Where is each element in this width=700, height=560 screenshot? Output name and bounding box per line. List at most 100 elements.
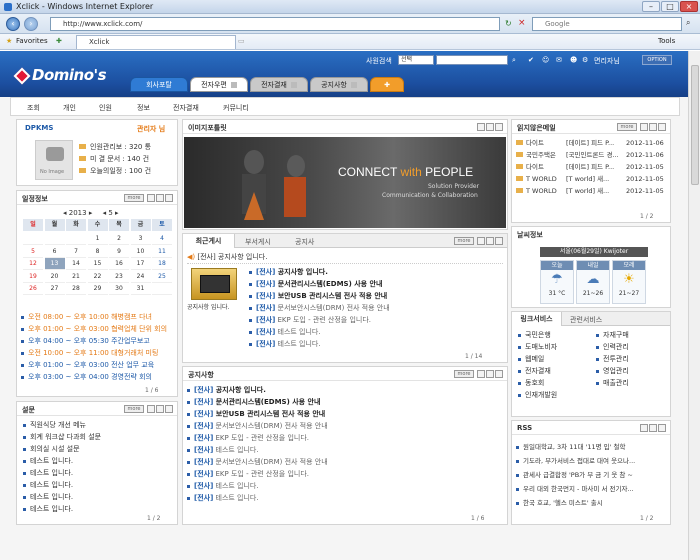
tab-notice-board[interactable]: 공지사 <box>295 237 314 247</box>
more-button[interactable]: more <box>124 405 144 413</box>
search-icon[interactable]: ⌕ <box>686 18 690 28</box>
next-month-icon[interactable]: ▸ <box>115 209 119 217</box>
schedule-event[interactable]: 오전 08:00 ~ 오후 10:00 해병캠프 다녀 <box>21 311 177 323</box>
panel-controls[interactable]: more <box>454 370 503 378</box>
link-item[interactable]: 매출관리 <box>596 377 670 389</box>
calendar-day[interactable]: 15 <box>87 258 108 270</box>
tab-close-icon[interactable] <box>230 82 237 88</box>
mail-item[interactable]: T WORLD [T world] 새... 2012-11-05 <box>516 185 670 197</box>
back-icon[interactable]: ‹ <box>6 17 20 31</box>
calendar-day[interactable]: 22 <box>87 271 108 283</box>
mail-icon[interactable]: ✉ <box>556 56 562 64</box>
browser-tab[interactable]: Xclick <box>76 35 236 49</box>
user-name-link[interactable]: 면리자님 <box>594 56 620 66</box>
rss-pager[interactable]: 1 / 2 <box>640 515 653 522</box>
survey-pager[interactable]: 1 / 2 <box>147 515 160 522</box>
calendar-day[interactable]: 26 <box>23 283 43 295</box>
calendar-day[interactable]: 27 <box>44 283 65 295</box>
board-item[interactable]: [전사] 문서보안시스템(DRM) 전사 적용 안내 <box>187 420 505 432</box>
prev-month-icon[interactable]: ◂ <box>103 209 107 217</box>
close-window-button[interactable]: × <box>680 1 698 12</box>
calendar-day[interactable]: 29 <box>87 283 108 295</box>
minimize-button[interactable]: – <box>642 1 660 12</box>
board-item[interactable]: [전사] 테스트 입니다. <box>187 480 505 492</box>
more-button[interactable]: more <box>454 237 474 245</box>
survey-item[interactable]: 회계 워크샵 다과회 설문 <box>23 431 173 443</box>
close-icon[interactable] <box>658 424 666 432</box>
tab-recent[interactable]: 최근게시 <box>183 234 235 248</box>
survey-item[interactable]: 테스트 입니다. <box>23 503 173 515</box>
logo[interactable]: Domino's <box>13 66 107 84</box>
calendar-day[interactable]: 31 <box>130 283 151 295</box>
calendar-day[interactable]: 3 <box>130 233 151 245</box>
calendar-day[interactable]: 17 <box>130 258 151 270</box>
tab-email[interactable]: 전자우편 <box>190 77 248 92</box>
link-item[interactable]: 인력관리 <box>596 341 670 353</box>
schedule-event[interactable]: 오후 04:00 ~ 오후 05:30 주간업무보고 <box>21 335 177 347</box>
minimize-icon[interactable] <box>147 405 155 413</box>
rss-item[interactable]: 한국 호교, '헬스 미스트' 출시 <box>516 497 670 511</box>
favorites-button[interactable]: Favorites <box>16 37 48 45</box>
restore-icon[interactable] <box>649 424 657 432</box>
calendar-day[interactable]: 4 <box>152 233 172 245</box>
subnav-item-6[interactable]: 커뮤니티 <box>223 103 249 113</box>
tab-close-icon[interactable] <box>350 82 357 88</box>
calendar-day[interactable]: 20 <box>44 271 65 283</box>
schedule-pager[interactable]: 1 / 6 <box>145 387 158 394</box>
subnav-item-2[interactable]: 개인 <box>63 103 76 113</box>
link-item[interactable]: 전자결재 <box>518 365 592 377</box>
employee-search-select[interactable]: 선택 <box>398 55 434 65</box>
close-icon[interactable] <box>658 123 666 131</box>
profile-stat[interactable]: 미 결 문서 : 140 건 <box>79 153 177 165</box>
board-item[interactable]: [전사] 보안USB 관리시스템 전사 적용 안내 <box>249 290 505 302</box>
minimize-icon[interactable] <box>640 424 648 432</box>
close-icon[interactable] <box>165 194 173 202</box>
calendar-day[interactable]: 24 <box>130 271 151 283</box>
tab-related-service[interactable]: 관련서비스 <box>570 315 602 325</box>
board-item[interactable]: [전사] 테스트 입니다. <box>249 326 505 338</box>
tools-menu[interactable]: Tools <box>658 37 675 45</box>
link-item[interactable]: 국민은행 <box>518 329 592 341</box>
tab-department[interactable]: 부서게시 <box>245 237 271 247</box>
forward-icon[interactable]: › <box>24 17 38 31</box>
recent-top-line[interactable]: ◀) [전사] 공지사항 입니다. <box>187 252 503 264</box>
more-button[interactable]: more <box>454 370 474 378</box>
calendar-day[interactable]: 7 <box>66 246 86 258</box>
board-item[interactable]: [전사] 문서보안시스템(DRM) 전사 적용 안내 <box>187 456 505 468</box>
restore-icon[interactable] <box>649 123 657 131</box>
board-item[interactable]: [전사] 테스트 입니다. <box>249 338 505 350</box>
calendar-day[interactable]: 11 <box>152 246 172 258</box>
more-button[interactable]: more <box>617 123 637 131</box>
close-icon[interactable] <box>495 237 503 245</box>
survey-item[interactable]: 테스트 입니다. <box>23 479 173 491</box>
calendar-day[interactable]: 10 <box>130 246 151 258</box>
rss-item[interactable]: 원일대학교, 3차 11대 '11명 입' 철학 <box>516 441 670 455</box>
board-item[interactable]: [전사] EKP 도입 - 관련 산정을 입니다. <box>249 314 505 326</box>
subnav-item-3[interactable]: 인원 <box>99 103 112 113</box>
restore-icon[interactable] <box>156 405 164 413</box>
people-icon[interactable]: ☻ <box>570 56 577 64</box>
calendar-day[interactable]: 16 <box>109 258 129 270</box>
link-item[interactable]: 전투관리 <box>596 353 670 365</box>
link-item[interactable]: 자재구매 <box>596 329 670 341</box>
panel-controls[interactable]: more <box>124 405 173 413</box>
recent-thumbnail[interactable] <box>191 268 237 300</box>
calendar-day[interactable]: 21 <box>66 271 86 283</box>
minimize-icon[interactable] <box>477 237 485 245</box>
board-item[interactable]: [전사] EKP 도입 - 관련 산정을 입니다. <box>187 432 505 444</box>
calendar-day[interactable]: 25 <box>152 271 172 283</box>
person-icon[interactable]: ☺ <box>542 56 549 64</box>
link-item[interactable]: 웹메일 <box>518 353 592 365</box>
minimize-icon[interactable] <box>477 123 485 131</box>
board-item[interactable]: [전사] 문서관리시스템(EDMS) 사용 안내 <box>187 396 505 408</box>
board-item[interactable]: [전사] 문서보안시스템(DRM) 전사 적용 안내 <box>249 302 505 314</box>
notice-pager[interactable]: 1 / 6 <box>471 515 484 522</box>
next-year-icon[interactable]: ▸ <box>89 209 93 217</box>
option-button[interactable]: OPTION <box>642 55 672 65</box>
calendar-day[interactable]: 2 <box>109 233 129 245</box>
vertical-scrollbar[interactable] <box>688 51 700 560</box>
tab-link-service[interactable]: 링크서비스 <box>512 312 562 326</box>
calendar-day[interactable]: 1 <box>87 233 108 245</box>
subnav-item-5[interactable]: 전자결재 <box>173 103 199 113</box>
board-item[interactable]: [전사] 공지사항 입니다. <box>187 384 505 396</box>
